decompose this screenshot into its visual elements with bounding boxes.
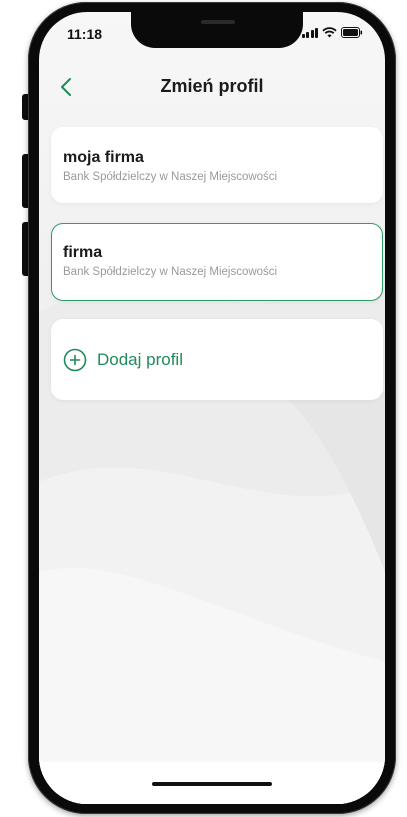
page-title: Zmień profil [160,76,264,96]
battery-icon [341,27,363,38]
profile-card-moja-firma[interactable]: moja firma Bank Spółdzielczy w Naszej Mi… [51,127,383,203]
phone-screen: 11:18 Zmień profil moja firma Bank Spółd… [39,12,385,804]
profile-name: moja firma [63,149,144,166]
device-stage: 11:18 Zmień profil moja firma Bank Spółd… [0,0,407,817]
profile-bank: Bank Spółdzielczy w Naszej Miejscowości [63,266,278,278]
profile-bank: Bank Spółdzielczy w Naszej Miejscowości [63,171,278,183]
add-profile-button[interactable]: Dodaj profil [51,319,383,400]
notch [131,12,303,48]
speaker-grille [201,20,235,24]
phone-frame: 11:18 Zmień profil moja firma Bank Spółd… [28,2,396,814]
page-header: Zmień profil [39,68,385,108]
profile-name: firma [63,244,103,261]
status-time: 11:18 [67,26,103,42]
add-profile-label: Dodaj profil [97,350,183,369]
home-bar-area [39,762,385,804]
signal-icon [301,27,318,38]
wifi-icon [322,27,337,38]
profile-card-firma[interactable]: firma Bank Spółdzielczy w Naszej Miejsco… [51,223,383,301]
home-indicator[interactable] [152,782,272,786]
status-icons [301,27,364,38]
plus-circle-icon [63,348,87,372]
